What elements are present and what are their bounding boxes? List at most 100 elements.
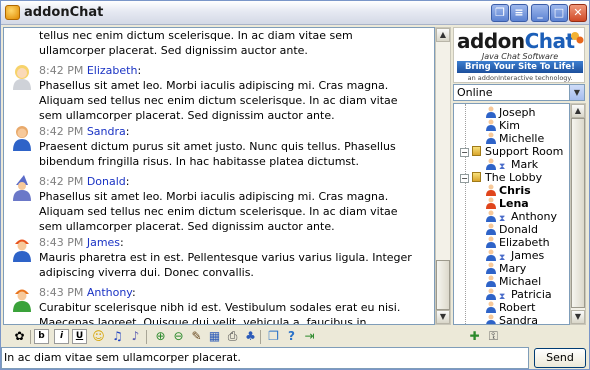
admin-user-icon bbox=[486, 184, 496, 196]
user-icon bbox=[486, 210, 496, 222]
message-nick[interactable]: Sandra bbox=[87, 125, 126, 138]
user-item[interactable]: ⧗ James bbox=[486, 249, 544, 263]
scroll-down-arrow-icon[interactable]: ▼ bbox=[436, 310, 450, 324]
maximize-button[interactable]: □ bbox=[550, 4, 568, 22]
wizard-user-icon bbox=[11, 175, 33, 201]
user-list-scrollbar[interactable]: ▲ ▼ bbox=[570, 103, 586, 325]
user-item[interactable]: Lena bbox=[486, 197, 529, 210]
restore-icon[interactable]: ❐ bbox=[491, 4, 509, 22]
user-item[interactable]: Joseph bbox=[486, 106, 535, 119]
user-item[interactable]: ⧗ Anthony bbox=[486, 210, 557, 224]
status-value: Online bbox=[457, 86, 493, 99]
scroll-down-arrow-icon[interactable]: ▼ bbox=[571, 310, 585, 324]
tree-item-label: Joseph bbox=[499, 106, 536, 119]
message-time: 8:43 PM bbox=[39, 286, 84, 299]
user-icon bbox=[486, 249, 496, 261]
toolbar-divider bbox=[30, 330, 31, 344]
tree-item-label: Chris bbox=[499, 184, 531, 197]
user-item[interactable]: Robert bbox=[486, 301, 535, 314]
window-title: addonChat bbox=[24, 5, 104, 20]
user-icon bbox=[486, 158, 496, 170]
user-icon bbox=[486, 301, 496, 313]
tree-connector bbox=[465, 104, 466, 324]
message-time: 8:42 PM bbox=[39, 125, 84, 138]
user-icon bbox=[486, 236, 496, 248]
message-input[interactable]: In ac diam vitae sem ullamcorper placera… bbox=[1, 347, 529, 369]
help-icon[interactable]: ? bbox=[284, 329, 299, 344]
windows-icon[interactable]: ❐ bbox=[266, 329, 281, 344]
chevron-down-icon[interactable]: ▼ bbox=[569, 85, 584, 100]
tree-item-label: Lena bbox=[499, 197, 529, 210]
tree-item-label: Anthony bbox=[511, 210, 557, 223]
music-note-icon[interactable]: ♫ bbox=[110, 329, 125, 344]
logo-banner[interactable]: Bring Your Site To Life! bbox=[457, 61, 583, 73]
send-button[interactable]: Send bbox=[534, 348, 586, 368]
sound-icon[interactable]: ♪ bbox=[128, 329, 143, 344]
logo-footer: an addonInteractive technology. bbox=[467, 74, 573, 82]
message-nick[interactable]: Donald bbox=[87, 175, 126, 188]
menu-icon[interactable]: ≡ bbox=[510, 4, 528, 22]
calendar-icon[interactable]: ▦ bbox=[207, 329, 222, 344]
chat-scrollbar[interactable]: ▲ ▼ bbox=[435, 27, 451, 325]
clear-icon[interactable]: ✎ bbox=[189, 329, 204, 344]
user-item[interactable]: Michelle bbox=[486, 132, 544, 145]
message-nick[interactable]: James bbox=[87, 236, 120, 249]
user-item[interactable]: Kim bbox=[486, 119, 520, 132]
tree-item-label: The Lobby bbox=[485, 171, 543, 184]
chat-transcript[interactable]: tellus nec enim dictum scelerisque. In a… bbox=[3, 27, 435, 325]
collapse-icon[interactable]: − bbox=[460, 174, 469, 183]
user-item[interactable]: Elizabeth bbox=[486, 236, 550, 249]
scroll-thumb[interactable] bbox=[436, 260, 450, 310]
message-nick[interactable]: Anthony bbox=[87, 286, 132, 299]
message-text: Curabitur scelerisque nibh id est. Vesti… bbox=[39, 301, 401, 325]
user-item[interactable]: Mary bbox=[486, 262, 526, 275]
minimize-button[interactable]: _ bbox=[531, 4, 549, 22]
status-dropdown[interactable]: Online ▼ bbox=[453, 84, 585, 101]
lock-icon[interactable]: ⚿ bbox=[486, 329, 501, 344]
user-icon bbox=[486, 106, 496, 118]
chat-window: addonChat ❐ ≡ _ □ ✕ tellus nec enim dict… bbox=[0, 0, 590, 370]
italic-button[interactable]: i bbox=[54, 329, 69, 344]
collapse-icon[interactable]: − bbox=[460, 148, 469, 157]
underline-button[interactable]: U bbox=[72, 329, 87, 344]
add-user-icon[interactable]: ✚ bbox=[467, 329, 482, 344]
user-icon bbox=[486, 275, 496, 287]
zoom-out-icon[interactable]: ⊖ bbox=[171, 329, 186, 344]
message-nick[interactable]: Elizabeth bbox=[87, 64, 138, 77]
scroll-up-arrow-icon[interactable]: ▲ bbox=[436, 28, 450, 42]
user-item[interactable]: ⧗ Patricia bbox=[486, 288, 552, 302]
tree-item-label: Mary bbox=[499, 262, 527, 275]
user-item[interactable]: Sandra bbox=[486, 314, 538, 324]
smiley-icon[interactable]: ☺ bbox=[91, 329, 106, 344]
toolbar-divider bbox=[146, 330, 147, 344]
tree-item-label: Robert bbox=[499, 301, 536, 314]
tree-item-label: Mark bbox=[511, 158, 539, 171]
bold-button[interactable]: b bbox=[34, 329, 49, 344]
close-button[interactable]: ✕ bbox=[569, 4, 587, 22]
user-item[interactable]: ⧗ Mark bbox=[486, 158, 539, 172]
user-item[interactable]: Chris bbox=[486, 184, 531, 197]
room-item[interactable]: − The Lobby bbox=[460, 171, 542, 184]
zoom-in-icon[interactable]: ⊕ bbox=[153, 329, 168, 344]
logo-wordmark: addonChat bbox=[457, 29, 575, 53]
tree-item-label: Michael bbox=[499, 275, 542, 288]
color-palette-icon[interactable]: ✿ bbox=[12, 329, 27, 344]
scroll-thumb[interactable] bbox=[571, 118, 585, 308]
user-icon bbox=[486, 314, 496, 324]
print-icon[interactable]: ⎙ bbox=[225, 329, 240, 344]
user-icon bbox=[486, 288, 496, 300]
chat-message: 8:43 PM Anthony: Curabitur scelerisque n… bbox=[4, 285, 414, 325]
chat-message: 8:42 PM Sandra: Praesent dictum purus si… bbox=[4, 124, 414, 169]
user-list[interactable]: Joseph Kim Michelle − Support Room ⧗ Mark − The … bbox=[453, 103, 570, 325]
user-icon bbox=[486, 262, 496, 274]
scroll-up-arrow-icon[interactable]: ▲ bbox=[571, 104, 585, 118]
room-item[interactable]: − Support Room bbox=[460, 145, 563, 158]
exit-icon[interactable]: ⇥ bbox=[302, 329, 317, 344]
user-item[interactable]: Michael bbox=[486, 275, 541, 288]
message-time: 8:42 PM bbox=[39, 175, 84, 188]
message-time: 8:43 PM bbox=[39, 236, 84, 249]
room-folder-icon bbox=[472, 172, 481, 182]
chat-bubbles-icon bbox=[571, 32, 584, 44]
bell-icon[interactable]: ♣ bbox=[243, 329, 258, 344]
user-item[interactable]: Donald bbox=[486, 223, 538, 236]
